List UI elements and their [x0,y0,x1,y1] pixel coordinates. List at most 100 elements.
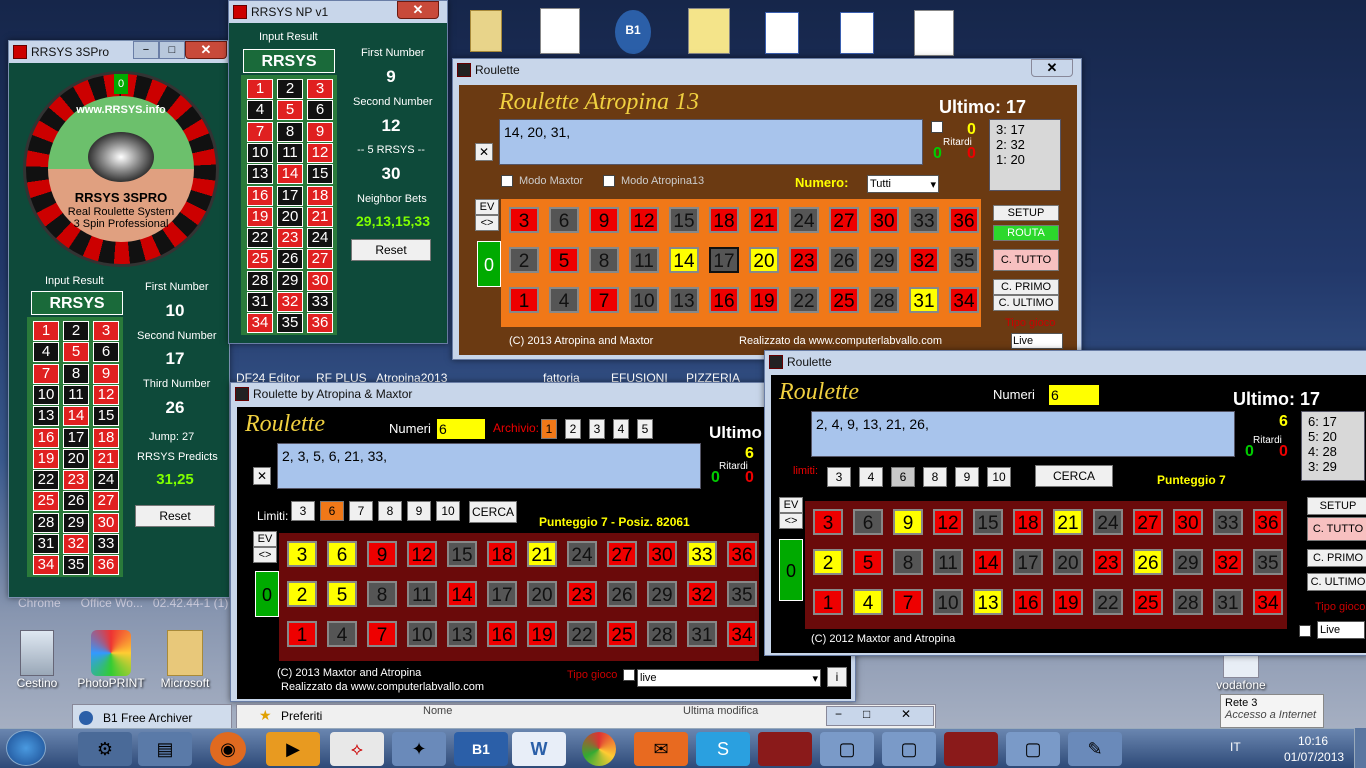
c-tutto-button[interactable]: C. TUTTO [1307,517,1366,541]
board-number-33[interactable]: 33 [307,292,333,312]
board-number-8[interactable]: 8 [277,121,303,142]
grid-number-16[interactable]: 16 [1013,589,1043,615]
language-indicator[interactable]: IT [1230,740,1241,754]
board-number-16[interactable]: 16 [247,185,273,206]
board-number-23[interactable]: 23 [277,228,303,249]
grid-number-23[interactable]: 23 [567,581,597,607]
atropina-titlebar[interactable]: Roulette [453,59,1081,81]
grid-number-21[interactable]: 21 [1053,509,1083,535]
grid-number-10[interactable]: 10 [629,287,659,313]
ev-button[interactable]: EV [779,497,803,513]
board-number-5[interactable]: 5 [277,100,303,121]
grid-number-22[interactable]: 22 [1093,589,1123,615]
grid-number-17[interactable]: 17 [487,581,517,607]
board-number-24[interactable]: 24 [93,470,119,491]
board-number-15[interactable]: 15 [93,406,119,427]
close-button[interactable]: ✕ [185,41,227,59]
numbers-textarea[interactable]: 2, 4, 9, 13, 21, 26, [811,411,1235,457]
grid-number-3[interactable]: 3 [509,207,539,233]
grid-number-16[interactable]: 16 [709,287,739,313]
grid-number-8[interactable]: 8 [893,549,923,575]
archivio-button-2[interactable]: 2 [565,419,581,439]
folder-icon[interactable] [470,10,502,52]
grid-number-29[interactable]: 29 [647,581,677,607]
archivio-button-3[interactable]: 3 [589,419,605,439]
grid-number-6[interactable]: 6 [327,541,357,567]
grid-number-7[interactable]: 7 [893,589,923,615]
start-button[interactable] [6,730,46,766]
grid-number-14[interactable]: 14 [669,247,699,273]
preferiti-label[interactable]: Preferiti [281,709,322,723]
grid-number-27[interactable]: 27 [607,541,637,567]
zero-cell[interactable]: 0 [255,571,279,617]
grid-number-12[interactable]: 12 [407,541,437,567]
grid-number-19[interactable]: 19 [527,621,557,647]
grid-number-32[interactable]: 32 [1213,549,1243,575]
board-number-8[interactable]: 8 [63,363,89,384]
board-number-11[interactable]: 11 [63,384,89,405]
grid-number-19[interactable]: 19 [749,287,779,313]
grid-number-26[interactable]: 26 [1133,549,1163,575]
desktop-photoprint[interactable]: PhotoPRINT [76,630,146,690]
board-number-3[interactable]: 3 [307,79,333,99]
desktop-microsoft[interactable]: Microsoft [150,630,220,690]
skype-icon[interactable]: S [696,732,750,766]
grid-number-32[interactable]: 32 [687,581,717,607]
board-number-12[interactable]: 12 [93,384,119,405]
limiti-r3-button-3[interactable]: 3 [827,467,851,487]
grid-number-13[interactable]: 13 [447,621,477,647]
grid-number-2[interactable]: 2 [287,581,317,607]
board-number-17[interactable]: 17 [277,185,303,206]
ritardi-checkbox[interactable] [931,121,943,133]
close-button[interactable]: ✕ [901,707,911,721]
setup-button[interactable]: SETUP [993,205,1059,221]
grid-number-13[interactable]: 13 [669,287,699,313]
limiti-button-3[interactable]: 3 [291,501,315,521]
c-ultimo-button[interactable]: C. ULTIMO [1307,573,1366,591]
board-number-20[interactable]: 20 [277,206,303,227]
grid-number-3[interactable]: 3 [813,509,843,535]
limiti-r3-button-10[interactable]: 10 [987,467,1011,487]
roulette3-window[interactable]: Roulette Roulette Numeri 6 Ultimo: 17 2,… [764,350,1366,656]
tools-icon[interactable]: ✦ [392,732,446,766]
c-tutto-button[interactable]: C. TUTTO [993,249,1059,271]
board-number-9[interactable]: 9 [93,363,119,384]
board-number-30[interactable]: 30 [93,512,119,533]
grid-number-11[interactable]: 11 [407,581,437,607]
grid-number-8[interactable]: 8 [367,581,397,607]
minimize-button[interactable]: − [133,41,159,59]
clock-time[interactable]: 10:16 [1298,734,1328,748]
grid-number-5[interactable]: 5 [853,549,883,575]
rrsys3spro-window[interactable]: RRSYS 3SPro − □ ✕ 0 www.RRSYS.info RRSYS… [8,40,230,598]
arrows-button[interactable]: <> [253,547,277,563]
grid-number-12[interactable]: 12 [933,509,963,535]
limiti-button-8[interactable]: 8 [378,501,402,521]
grid-number-24[interactable]: 24 [789,207,819,233]
b1-archive-icon[interactable]: B1 [615,10,651,54]
grid-number-32[interactable]: 32 [909,247,939,273]
grid-number-15[interactable]: 15 [973,509,1003,535]
grid-number-10[interactable]: 10 [407,621,437,647]
grid-number-23[interactable]: 23 [1093,549,1123,575]
explorer-taskbar-icon[interactable]: ▤ [138,732,192,766]
grid-number-18[interactable]: 18 [1013,509,1043,535]
grid-number-35[interactable]: 35 [1253,549,1283,575]
board-number-1[interactable]: 1 [247,79,273,99]
window-taskbar-icon-2[interactable]: ▢ [882,732,936,766]
board-number-19[interactable]: 19 [247,206,273,227]
grid-number-4[interactable]: 4 [327,621,357,647]
grid-number-8[interactable]: 8 [589,247,619,273]
roulette-taskbar-icon-2[interactable] [944,732,998,766]
grid-number-14[interactable]: 14 [447,581,477,607]
board-number-15[interactable]: 15 [307,164,333,185]
grid-number-28[interactable]: 28 [647,621,677,647]
grid-number-28[interactable]: 28 [1173,589,1203,615]
tipo-gioco-checkbox[interactable] [1299,625,1311,637]
grid-number-13[interactable]: 13 [973,589,1003,615]
grid-number-9[interactable]: 9 [589,207,619,233]
grid-number-3[interactable]: 3 [287,541,317,567]
board-number-7[interactable]: 7 [33,363,59,384]
board-number-34[interactable]: 34 [247,313,273,334]
history-list[interactable]: 3: 17 2: 32 1: 20 [989,119,1061,191]
board-number-10[interactable]: 10 [33,384,59,405]
